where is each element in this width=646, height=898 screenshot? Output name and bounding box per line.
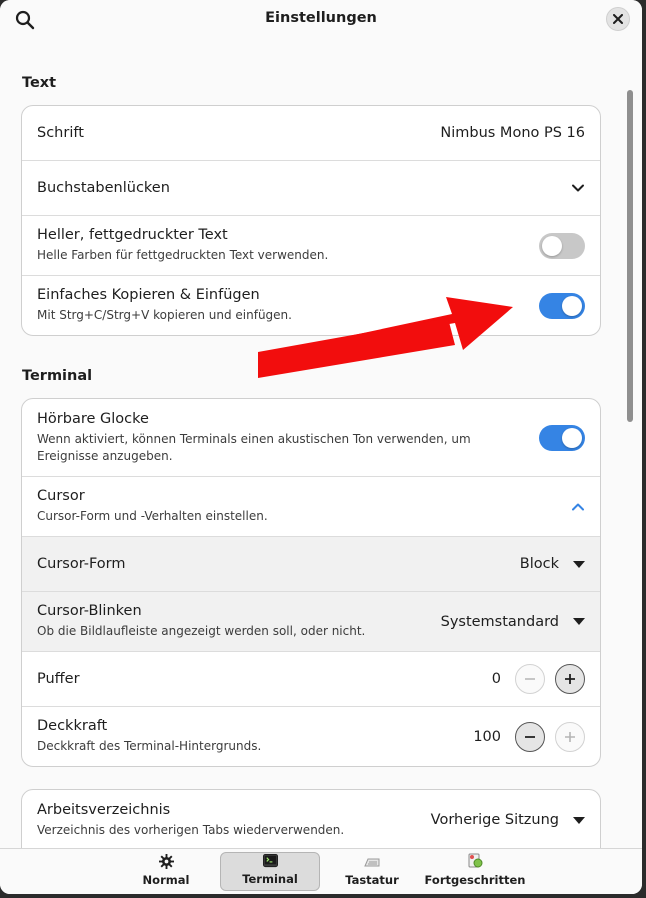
- cursor-shape-label: Cursor-Form: [37, 556, 126, 572]
- opacity-label: Deckkraft: [37, 718, 108, 735]
- working-directory-value: Vorherige Sitzung: [430, 812, 559, 828]
- font-label: Schrift: [37, 125, 84, 141]
- chevron-down-icon: [572, 184, 584, 192]
- dropdown-arrow-icon: [573, 560, 585, 568]
- audible-bell-row[interactable]: Hörbare Glocke Wenn aktiviert, können Te…: [22, 399, 600, 477]
- preferences-window: Einstellungen Text Schrift Nimbus Mono P…: [0, 0, 642, 894]
- cursor-shape-row[interactable]: Cursor-Form Block: [22, 537, 600, 592]
- dropdown-arrow-icon: [573, 618, 585, 625]
- cursor-expander-row[interactable]: Cursor Cursor-Form und -Verhalten einste…: [22, 477, 600, 537]
- audible-bell-description: Wenn aktiviert, können Terminals einen a…: [37, 431, 471, 463]
- section-title-text: Text: [22, 75, 57, 91]
- terminal-icon: [262, 853, 278, 868]
- advanced-icon: [467, 853, 483, 869]
- cursor-label: Cursor: [37, 488, 85, 505]
- working-directory-card: Arbeitsverzeichnis Verzeichnis des vorhe…: [21, 789, 601, 848]
- cursor-blink-description: Ob die Bildlaufleiste angezeigt werden s…: [37, 624, 366, 639]
- terminal-settings-card: Hörbare Glocke Wenn aktiviert, können Te…: [21, 398, 601, 767]
- settings-scroll-area[interactable]: Text Schrift Nimbus Mono PS 16 Buchstabe…: [0, 40, 642, 848]
- plus-icon: [565, 674, 575, 684]
- opacity-value[interactable]: 100: [473, 729, 501, 745]
- bright-bold-toggle[interactable]: [539, 232, 585, 259]
- easy-copy-paste-description: Mit Strg+C/Strg+V kopieren und einfügen.: [37, 308, 292, 323]
- vertical-scrollbar[interactable]: [627, 90, 633, 422]
- gear-icon: [158, 853, 174, 869]
- opacity-increment-button[interactable]: [555, 721, 585, 752]
- window-title: Einstellungen: [265, 10, 377, 26]
- cursor-description: Cursor-Form und -Verhalten einstellen.: [37, 509, 268, 524]
- tab-terminal[interactable]: Terminal: [220, 852, 320, 891]
- letter-spacing-label: Buchstabenlücken: [37, 180, 170, 196]
- tab-label: Fortgeschritten: [424, 873, 526, 887]
- cursor-shape-value: Block: [519, 556, 559, 572]
- view-switcher-bar: Normal Terminal Tastatur Fortgeschritten: [0, 848, 642, 894]
- plus-icon: [565, 731, 575, 742]
- opacity-decrement-button[interactable]: [515, 721, 545, 752]
- cursor-blink-row[interactable]: Cursor-Blinken Ob die Bildlaufleiste ang…: [22, 592, 600, 652]
- tab-label: Tastatur: [345, 873, 399, 887]
- buffer-label: Puffer: [37, 671, 80, 687]
- working-directory-label: Arbeitsverzeichnis: [37, 801, 171, 818]
- close-icon: [613, 14, 623, 24]
- buffer-increment-button[interactable]: [555, 664, 585, 694]
- tab-label: Terminal: [242, 872, 298, 886]
- cursor-blink-label: Cursor-Blinken: [37, 603, 142, 620]
- cursor-blink-value: Systemstandard: [440, 613, 559, 630]
- font-row[interactable]: Schrift Nimbus Mono PS 16: [22, 106, 600, 161]
- minus-icon: [525, 735, 535, 738]
- audible-bell-toggle[interactable]: [539, 424, 585, 451]
- opacity-description: Deckkraft des Terminal-Hintergrunds.: [37, 739, 262, 754]
- opacity-row: Deckkraft Deckkraft des Terminal-Hinterg…: [22, 707, 600, 766]
- easy-copy-paste-toggle[interactable]: [539, 292, 585, 319]
- working-directory-row[interactable]: Arbeitsverzeichnis Verzeichnis des vorhe…: [22, 790, 600, 848]
- buffer-decrement-button[interactable]: [515, 664, 545, 694]
- chevron-up-icon: [572, 503, 584, 510]
- easy-copy-paste-row[interactable]: Einfaches Kopieren & Einfügen Mit Strg+C…: [22, 276, 600, 335]
- tab-normal[interactable]: Normal: [135, 852, 197, 891]
- minus-icon: [525, 678, 535, 680]
- close-button[interactable]: [606, 7, 630, 31]
- audible-bell-label: Hörbare Glocke: [37, 410, 149, 427]
- tab-label: Normal: [142, 873, 190, 887]
- dropdown-arrow-icon: [573, 816, 585, 824]
- section-title-terminal: Terminal: [22, 368, 93, 384]
- buffer-value[interactable]: 0: [492, 671, 501, 687]
- header-bar: Einstellungen: [0, 0, 642, 40]
- keyboard-icon: [364, 853, 380, 869]
- bright-bold-label: Heller, fettgedruckter Text: [37, 227, 228, 244]
- tab-keyboard[interactable]: Tastatur: [342, 852, 402, 891]
- scrollback-buffer-row: Puffer 0: [22, 652, 600, 707]
- letter-spacing-row[interactable]: Buchstabenlücken: [22, 161, 600, 216]
- text-settings-card: Schrift Nimbus Mono PS 16 Buchstabenlück…: [21, 105, 601, 336]
- bright-bold-description: Helle Farben für fettgedruckten Text ver…: [37, 248, 329, 263]
- tab-advanced[interactable]: Fortgeschritten: [425, 852, 525, 891]
- working-directory-description: Verzeichnis des vorherigen Tabs wiederve…: [37, 822, 345, 837]
- bright-bold-row[interactable]: Heller, fettgedruckter Text Helle Farben…: [22, 216, 600, 276]
- font-value: Nimbus Mono PS 16: [440, 125, 585, 141]
- easy-copy-paste-label: Einfaches Kopieren & Einfügen: [37, 287, 260, 304]
